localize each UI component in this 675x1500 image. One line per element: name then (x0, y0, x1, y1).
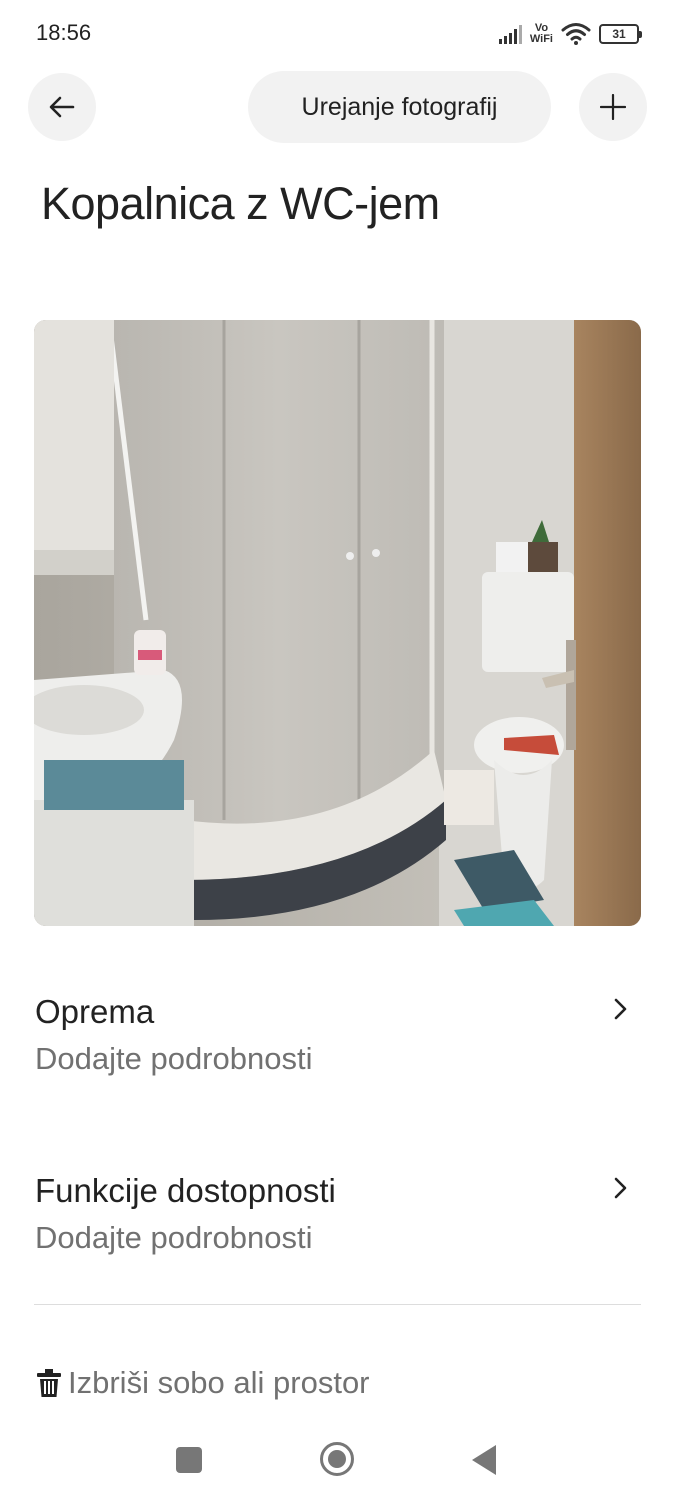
add-button[interactable] (579, 73, 647, 141)
section-title: Funkcije dostopnosti (35, 1172, 336, 1209)
room-photo[interactable] (34, 320, 641, 926)
bathroom-photo (34, 320, 641, 926)
page-title: Kopalnica z WC-jem (41, 178, 440, 229)
section-subtitle: Dodajte podrobnosti (35, 1220, 313, 1255)
section-row-amenities[interactable]: Oprema Dodajte podrobnosti (35, 993, 641, 1103)
vowifi-icon: Vo WiFi (530, 23, 553, 45)
back-triangle-icon[interactable] (472, 1445, 496, 1475)
section-subtitle: Dodajte podrobnosti (35, 1041, 313, 1076)
divider (34, 1304, 641, 1305)
edit-photos-button[interactable]: Urejanje fotografij (248, 71, 551, 143)
delete-room-button[interactable]: Izbriši sobo ali prostor (36, 1365, 370, 1401)
status-bar: 18:56 Vo WiFi 31 (0, 0, 675, 70)
status-time: 18:56 (36, 20, 92, 45)
home-circle-icon[interactable] (320, 1442, 354, 1476)
chevron-right-icon (614, 1177, 627, 1199)
section-title: Oprema (35, 993, 155, 1030)
system-nav-bar (0, 1420, 675, 1500)
plus-icon (600, 94, 626, 120)
delete-room-label: Izbriši sobo ali prostor (68, 1365, 370, 1400)
status-icons: Vo WiFi 31 (498, 18, 642, 50)
vowifi-label-bottom: WiFi (529, 33, 553, 45)
section-row-accessibility[interactable]: Funkcije dostopnosti Dodajte podrobnosti (35, 1172, 641, 1282)
signal-icon (498, 24, 522, 44)
chevron-right-icon (614, 998, 627, 1020)
recents-square-icon[interactable] (176, 1447, 202, 1473)
trash-icon (37, 1369, 61, 1397)
arrow-left-icon (49, 96, 75, 118)
battery-level: 31 (612, 27, 626, 41)
battery-icon: 31 (599, 24, 642, 44)
wifi-icon (561, 23, 591, 45)
back-button[interactable] (28, 73, 96, 141)
